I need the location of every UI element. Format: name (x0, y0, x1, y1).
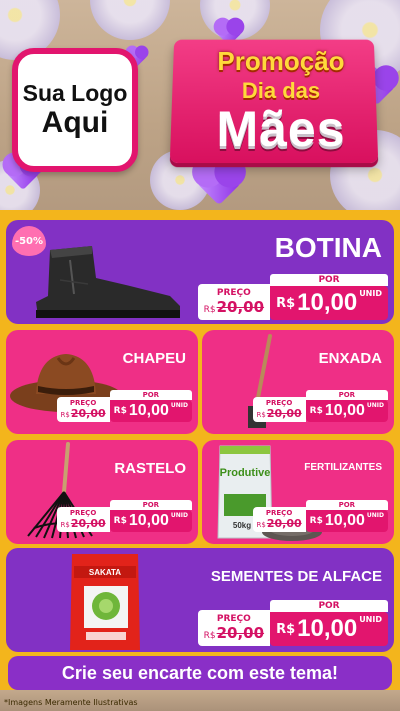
old-price-label: PREÇO (216, 614, 251, 624)
old-price-amount: 20,00 (70, 407, 106, 420)
old-price-amount: 20,00 (216, 624, 265, 642)
price-tag: PREÇO R$ 20,00 POR R$ 10,00 UNID (252, 500, 388, 532)
new-price-label: POR (270, 274, 388, 286)
price-tag: PREÇO R$ 20,00 POR R$ 10,00 UNID (56, 390, 192, 422)
old-price-value: R$ 20,00 (61, 517, 106, 530)
new-price-currency: R$ (309, 516, 323, 526)
new-price-amount: 10,00 (297, 289, 358, 316)
new-price-currency: R$ (276, 621, 296, 637)
old-price: PREÇO R$ 20,00 (197, 284, 271, 320)
price-unit: UNID (366, 402, 384, 409)
old-price-label: PREÇO (265, 399, 293, 407)
product-name: RASTELO (114, 460, 186, 477)
new-price-currency: R$ (113, 516, 127, 526)
product-name: FERTILIZANTES (304, 462, 382, 473)
new-price-currency: R$ (276, 295, 296, 311)
old-price: PREÇO R$ 20,00 (56, 507, 110, 532)
logo-text-line2: Aqui (41, 106, 109, 140)
old-price-value: R$ 20,00 (257, 517, 302, 530)
seed-packet-icon: SAKATA (70, 554, 140, 650)
promo-title-line3: Mães (216, 101, 346, 157)
logo-text-line1: Sua Logo (22, 79, 128, 106)
old-price-value: R$ 20,00 (204, 624, 264, 642)
new-price: POR R$ 10,00 UNID (270, 274, 388, 320)
price-unit: UNID (170, 512, 188, 519)
old-price-currency: R$ (256, 521, 266, 529)
old-price-currency: R$ (60, 521, 70, 529)
product-name: BOTINA (274, 232, 382, 263)
product-card-sementes[interactable]: SAKATA SEMENTES DE ALFACE PREÇO R$ 20,00 … (6, 548, 394, 652)
new-price-label: POR (109, 500, 192, 510)
bag-brand-text: Produtive (220, 467, 271, 479)
old-price-currency: R$ (203, 631, 216, 641)
footnote: *Imagens Meramente Ilustrativas (4, 698, 138, 707)
old-price-value: R$ 20,00 (204, 298, 264, 316)
price-tag: PREÇO R$ 20,00 POR R$ 10,00 UNID (252, 390, 388, 422)
create-flyer-button[interactable]: Crie seu encarte com este tema! (8, 656, 392, 690)
new-price-value: R$ 10,00 UNID (109, 400, 192, 422)
new-price-amount: 10,00 (324, 512, 365, 529)
new-price-value: R$ 10,00 UNID (305, 510, 388, 532)
old-price: PREÇO R$ 20,00 (252, 397, 306, 422)
new-price-amount: 10,00 (128, 512, 169, 529)
new-price-amount: 10,00 (324, 402, 365, 419)
price-tag: PREÇO R$ 20,00 POR R$ 10,00 UNID (197, 600, 388, 646)
new-price-label: POR (305, 390, 388, 400)
new-price: POR R$ 10,00 UNID (305, 390, 388, 422)
old-price-amount: 20,00 (216, 298, 265, 316)
old-price-value: R$ 20,00 (257, 407, 302, 420)
new-price-label: POR (109, 390, 192, 400)
old-price-label: PREÇO (69, 399, 97, 407)
new-price-currency: R$ (113, 406, 127, 416)
new-price: POR R$ 10,00 UNID (109, 500, 192, 532)
price-unit: UNID (359, 289, 382, 298)
price-unit: UNID (359, 615, 382, 624)
header-banner: Sua Logo Aqui Promoção Dia das Mães (0, 0, 400, 210)
product-card-chapeu[interactable]: CHAPEU PREÇO R$ 20,00 POR R$ 10,00 UNID (6, 330, 198, 434)
old-price-label: PREÇO (69, 509, 97, 517)
new-price-amount: 10,00 (128, 402, 169, 419)
price-tag: PREÇO R$ 20,00 POR R$ 10,00 UNID (56, 500, 192, 532)
new-price-currency: R$ (309, 406, 323, 416)
logo-placeholder[interactable]: Sua Logo Aqui (12, 48, 138, 172)
old-price: PREÇO R$ 20,00 (56, 397, 110, 422)
old-price-label: PREÇO (216, 288, 251, 298)
price-unit: UNID (366, 512, 384, 519)
product-name: ENXADA (318, 350, 382, 367)
new-price-label: POR (270, 600, 388, 612)
new-price-label: POR (305, 500, 388, 510)
promo-title-line1: Promoção (217, 46, 345, 76)
boot-icon (36, 246, 180, 318)
new-price-value: R$ 10,00 UNID (270, 286, 388, 320)
price-unit: UNID (170, 402, 188, 409)
bag-weight-text: 50kg (233, 521, 251, 530)
old-price-amount: 20,00 (266, 517, 302, 530)
flower-decoration (90, 0, 170, 40)
product-name: SEMENTES DE ALFACE (210, 568, 382, 585)
old-price: PREÇO R$ 20,00 (197, 610, 271, 646)
product-card-enxada[interactable]: ENXADA PREÇO R$ 20,00 POR R$ 10,00 UNID (202, 330, 394, 434)
old-price-amount: 20,00 (266, 407, 302, 420)
product-card-rastelo[interactable]: RASTELO PREÇO R$ 20,00 POR R$ 10,00 UNID (6, 440, 198, 544)
old-price: PREÇO R$ 20,00 (252, 507, 306, 532)
price-tag: PREÇO R$ 20,00 POR R$ 10,00 UNID (197, 274, 388, 320)
old-price-label: PREÇO (265, 509, 293, 517)
old-price-amount: 20,00 (70, 517, 106, 530)
old-price-value: R$ 20,00 (61, 407, 106, 420)
new-price-value: R$ 10,00 UNID (270, 612, 388, 646)
new-price-value: R$ 10,00 UNID (305, 400, 388, 422)
new-price: POR R$ 10,00 UNID (109, 390, 192, 422)
product-card-botina[interactable]: -50% BOTINA PREÇO R$ 20,00 POR R$ 10,00 U… (6, 220, 394, 324)
new-price: POR R$ 10,00 UNID (270, 600, 388, 646)
new-price: POR R$ 10,00 UNID (305, 500, 388, 532)
new-price-amount: 10,00 (297, 615, 358, 642)
product-name: CHAPEU (122, 350, 186, 367)
old-price-currency: R$ (203, 305, 216, 315)
old-price-currency: R$ (60, 411, 70, 419)
packet-brand-text: SAKATA (89, 568, 121, 577)
old-price-currency: R$ (256, 411, 266, 419)
product-card-fertilizantes[interactable]: Produtive 50kg FERTILIZANTES PREÇO R$ 20,… (202, 440, 394, 544)
new-price-value: R$ 10,00 UNID (109, 510, 192, 532)
